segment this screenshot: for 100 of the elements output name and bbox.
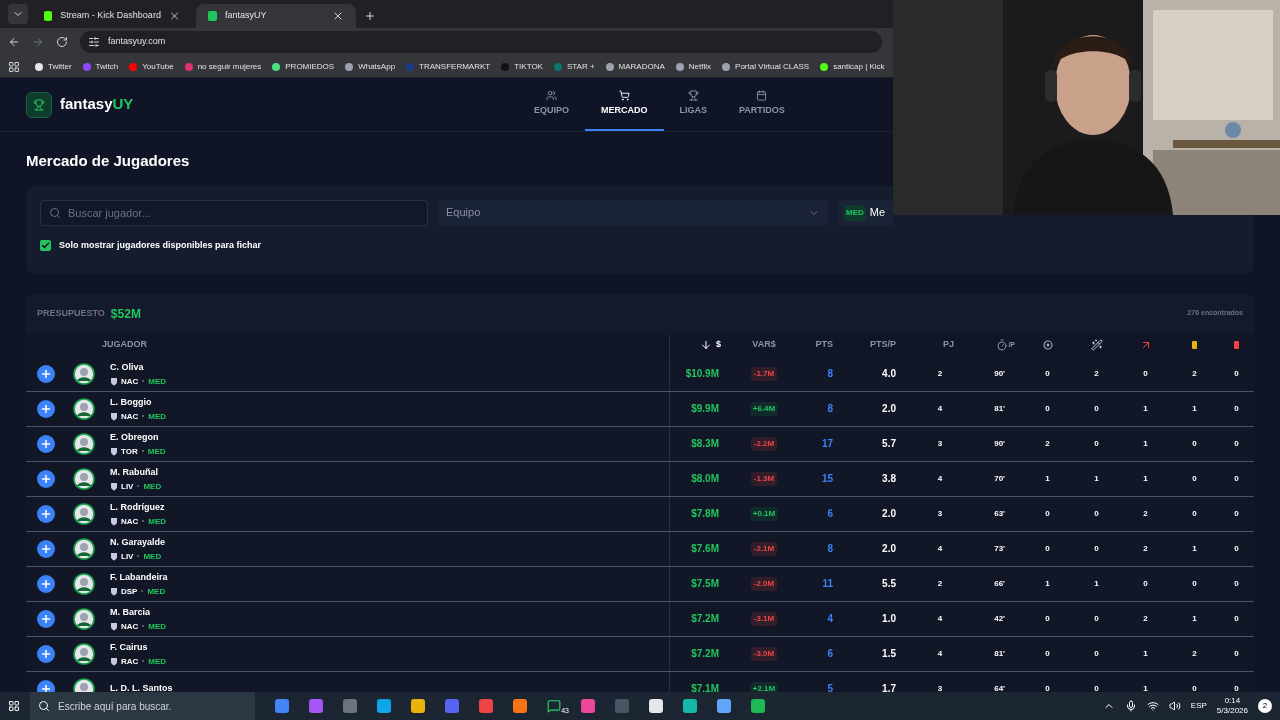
add-player-button[interactable] (37, 504, 55, 523)
start-icon[interactable] (8, 700, 20, 712)
notification-badge[interactable]: 2 (1258, 699, 1272, 713)
add-player-button[interactable] (37, 434, 55, 453)
microphone-icon[interactable] (1124, 700, 1137, 712)
search-field[interactable]: Buscar jugador... (40, 199, 428, 226)
crest-icon (110, 621, 118, 631)
price-cell-text: $8.0M (691, 472, 719, 486)
minutes-cell-text: 70' (993, 472, 1006, 485)
points-per-game-cell-text: 2.0 (881, 542, 897, 556)
bookmark-label: Netflix (688, 60, 712, 73)
add-player-button[interactable] (37, 609, 55, 628)
app-logo[interactable]: fantasyUY (60, 93, 134, 116)
games-cell-text: 3 (936, 507, 944, 520)
crest-icon (110, 446, 118, 456)
avatar-icon (73, 502, 95, 525)
checkbox[interactable] (40, 239, 51, 251)
add-player-button[interactable] (37, 539, 55, 558)
network-icon[interactable] (1146, 700, 1159, 712)
column-header[interactable]: PTS/P (870, 338, 896, 352)
stat-cell-text: 0 (1093, 682, 1100, 692)
apps-icon[interactable] (8, 60, 20, 73)
add-player-button[interactable] (37, 644, 55, 663)
player-name[interactable]: C. Oliva (110, 361, 669, 375)
nav-tab[interactable]: EQUIPO (518, 78, 585, 131)
chat-icon[interactable] (547, 699, 561, 713)
tab-menu-button[interactable] (8, 4, 28, 24)
back-icon[interactable] (8, 36, 20, 48)
nav-tab[interactable]: PARTIDOS (723, 78, 801, 131)
wand-icon (1090, 339, 1103, 351)
nav-tab[interactable]: MERCADO (585, 78, 664, 131)
points-per-game-cell-text: 4.0 (881, 367, 897, 381)
stat-cell-text: 0 (1044, 507, 1051, 520)
player-name[interactable]: M. Rabuñal (110, 466, 669, 480)
avatar-icon (73, 642, 95, 665)
player-name[interactable]: E. Obregon (110, 431, 669, 445)
nav-label: EQUIPO (534, 103, 569, 117)
price-cell-text: $7.8M (691, 507, 719, 521)
player-name[interactable]: N. Garayalde (110, 536, 669, 550)
column-header[interactable]: PTS (815, 338, 833, 352)
add-player-button[interactable] (37, 364, 55, 383)
player-name[interactable]: M. Barcia (110, 606, 669, 620)
games-cell-text: 4 (936, 472, 944, 485)
player-name[interactable]: L. Rodríguez (110, 501, 669, 515)
close-icon[interactable] (168, 10, 180, 22)
tab-title: fantasyUY (225, 9, 268, 23)
add-player-button[interactable] (37, 399, 55, 418)
add-player-button[interactable] (37, 469, 55, 488)
stat-cell-text: 0 (1191, 437, 1198, 450)
player-name[interactable]: L. Boggio (110, 396, 669, 410)
browser-tab[interactable]: Stream - Kick Dashboard (32, 4, 192, 28)
stat-cell-text: 0 (1191, 472, 1198, 485)
player-name[interactable]: F. Labandeira (110, 571, 669, 585)
team-code: NAC (121, 376, 139, 386)
stat-cell-text: 0 (1233, 437, 1240, 450)
language-indicator[interactable]: ESP (1190, 700, 1207, 712)
budget-value: $52M (110, 305, 141, 323)
stat-cell-text: 2 (1142, 542, 1149, 555)
plus-icon (40, 542, 52, 555)
avatar-icon (73, 537, 95, 560)
plus-icon (40, 472, 52, 485)
player-name[interactable]: L. D. L. Santos (110, 681, 669, 692)
close-icon[interactable] (332, 10, 344, 22)
clock-time[interactable]: 0:14 (1224, 696, 1241, 706)
taskbar-search-field[interactable]: Escribe aquí para buscar. (30, 692, 255, 720)
clock-date[interactable]: 5/3/2026 (1216, 706, 1248, 716)
cart-icon (618, 89, 630, 101)
column-header[interactable]: JUGADOR (102, 338, 147, 352)
team-select[interactable]: Equipo (438, 199, 828, 226)
reload-icon[interactable] (56, 36, 68, 48)
stat-cell-text: 0 (1191, 577, 1198, 590)
add-player-button[interactable] (37, 574, 55, 593)
minutes-cell-text: 90' (993, 367, 1006, 380)
volume-icon[interactable] (1168, 700, 1181, 712)
column-header[interactable]: VAR$ (752, 338, 776, 352)
column-header[interactable]: PJ (943, 338, 954, 352)
games-cell-text: 3 (936, 437, 944, 450)
team-code: NAC (121, 621, 139, 631)
player-name[interactable]: F. Cairus (110, 641, 669, 655)
stat-cell-text: 0 (1044, 612, 1051, 625)
new-tab-icon[interactable] (364, 10, 376, 22)
stat-cell-text: 0 (1233, 542, 1240, 555)
nav-tab[interactable]: LIGAS (663, 78, 724, 131)
stat-cell-text: 0 (1233, 367, 1240, 380)
games-cell-text: 4 (936, 542, 944, 555)
site-settings-icon[interactable] (88, 36, 100, 48)
column-header[interactable]: $ (716, 338, 721, 352)
value-change-tag: -1.3M (750, 471, 778, 486)
stat-cell-text: 0 (1233, 612, 1240, 625)
bookmark-label: no seguir mujeres (197, 60, 262, 73)
nav-label: LIGAS (679, 103, 708, 117)
position-tag: MED (148, 411, 167, 421)
points-cell-text: 6 (826, 647, 834, 661)
plus-icon (40, 682, 52, 692)
position-select[interactable]: MED Me (838, 199, 893, 226)
address-bar[interactable]: fantasyuy.com (80, 31, 882, 53)
position-value: Me (869, 205, 886, 221)
browser-tab[interactable]: fantasyUY (196, 4, 356, 28)
plus-icon (40, 577, 52, 590)
add-player-button[interactable] (37, 679, 55, 692)
